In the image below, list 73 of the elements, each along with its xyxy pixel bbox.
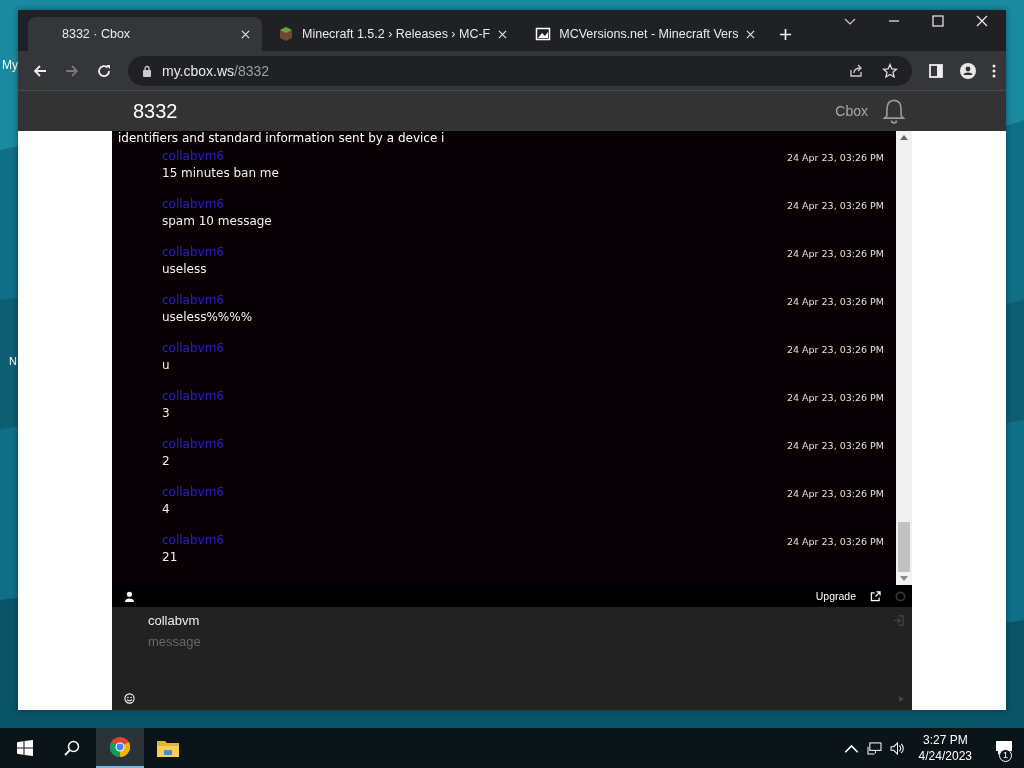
message-field[interactable]: message — [148, 634, 448, 649]
message-text: useless — [162, 262, 208, 276]
scrollbar-thumb[interactable] — [898, 522, 910, 572]
message-text: 4 — [162, 502, 171, 516]
username-link[interactable]: collabvm6 — [162, 197, 272, 211]
username-link[interactable]: collabvm6 — [162, 245, 224, 259]
bell-icon[interactable] — [882, 98, 906, 124]
search-icon[interactable] — [64, 740, 80, 756]
side-panel-icon[interactable] — [928, 62, 944, 79]
maximize-icon[interactable] — [932, 14, 944, 27]
smiley-icon[interactable] — [124, 693, 135, 704]
username-link[interactable]: collabvm6 — [162, 293, 253, 307]
browser-logo-icon — [108, 736, 132, 758]
message-text: 2 — [162, 454, 171, 468]
message-text: 15 minutes ban me — [162, 166, 279, 180]
message-text: 3 — [162, 406, 171, 420]
user-icon[interactable] — [124, 590, 135, 602]
username-link[interactable]: collabvm6 — [162, 533, 224, 547]
desktop-icon-label[interactable]: N — [9, 355, 17, 367]
reload-icon[interactable] — [96, 62, 112, 79]
page-title: 8332 — [133, 99, 178, 123]
browser-tab[interactable]: 8332 · Cbox — [28, 17, 262, 51]
message-timestamp: 24 Apr 23, 03:26 PM — [787, 343, 884, 357]
message-text: spam 10 message — [162, 214, 272, 228]
windows-start-icon[interactable] — [17, 740, 33, 756]
brand-link[interactable]: Cbox — [835, 103, 868, 119]
message-timestamp: 24 Apr 23, 03:26 PM — [787, 439, 884, 453]
close-icon[interactable] — [241, 29, 250, 39]
message-text: identifiers and standard information sent by a device i — [118, 131, 446, 145]
scroll-down-icon[interactable] — [900, 576, 908, 581]
speaker-icon[interactable] — [889, 741, 905, 755]
external-link-icon[interactable] — [870, 590, 881, 602]
message-timestamp: 24 Apr 23, 03:26 PM — [787, 535, 884, 549]
address-bar[interactable]: my.cbox.ws/8332 — [128, 55, 912, 86]
star-icon[interactable] — [882, 62, 898, 79]
back-arrow-icon[interactable] — [32, 62, 48, 79]
scrollbar[interactable] — [896, 131, 912, 585]
clock[interactable]: 3:27 PM 4/24/2023 — [918, 733, 972, 763]
desktop-icon-label[interactable]: My — [2, 58, 18, 72]
profile-icon[interactable] — [960, 62, 976, 79]
grass-block-icon — [278, 26, 294, 42]
message-timestamp: 24 Apr 23, 03:26 PM — [787, 151, 884, 165]
image-icon — [535, 26, 552, 42]
new-tab-icon[interactable] — [779, 28, 793, 41]
forward-arrow-icon[interactable] — [64, 62, 80, 79]
username-link[interactable]: collabvm6 — [162, 149, 279, 163]
message-timestamp: 24 Apr 23, 03:26 PM — [787, 247, 884, 261]
clock-date: 4/24/2023 — [918, 749, 972, 763]
share-icon[interactable] — [848, 62, 864, 79]
network-icon[interactable] — [866, 741, 882, 755]
close-icon[interactable] — [746, 29, 756, 39]
message-timestamp: 24 Apr 23, 03:26 PM — [787, 199, 884, 213]
close-icon[interactable] — [498, 29, 508, 39]
username-link[interactable]: collabvm6 — [162, 485, 224, 499]
browser-tab[interactable]: MCVersions.net - Minecraft Vers — [519, 17, 768, 51]
message-text: u — [162, 358, 171, 372]
taskbar-app[interactable] — [96, 728, 144, 768]
lock-icon — [142, 64, 152, 77]
username-link[interactable]: collabvm6 — [162, 341, 224, 355]
message-text: useless%%%% — [162, 310, 253, 324]
name-field[interactable]: collabvm — [148, 613, 200, 628]
message-timestamp: 24 Apr 23, 03:26 PM — [787, 295, 884, 309]
close-icon[interactable] — [976, 14, 988, 27]
scroll-up-icon[interactable] — [900, 135, 908, 140]
upgrade-link[interactable]: Upgrade — [815, 590, 856, 602]
username-link[interactable]: collabvm6 — [162, 389, 224, 403]
username-link[interactable]: collabvm6 — [162, 437, 224, 451]
message-text: 21 — [162, 550, 179, 564]
clock-time: 3:27 PM — [922, 733, 968, 747]
message-timestamp: 24 Apr 23, 03:26 PM — [787, 487, 884, 501]
message-timestamp: 24 Apr 23, 03:26 PM — [787, 391, 884, 405]
menu-icon[interactable] — [992, 62, 996, 79]
browser-tab[interactable]: Minecraft 1.5.2 › Releases › MC-F — [262, 17, 520, 51]
